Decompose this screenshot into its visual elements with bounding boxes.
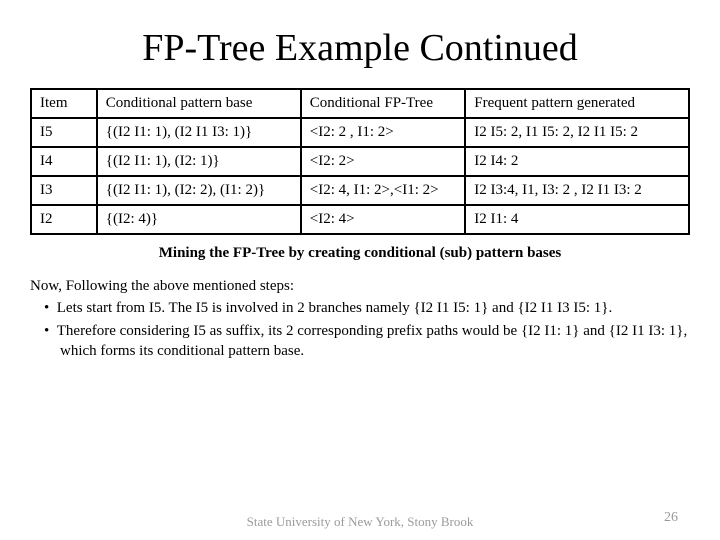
- cell-item: I3: [31, 176, 97, 205]
- cell-freq: I2 I4: 2: [465, 147, 689, 176]
- cell-cfp: <I2: 4>: [301, 205, 466, 234]
- th-freq: Frequent pattern generated: [465, 89, 689, 118]
- cell-cpb: {(I2 I1: 1), (I2: 1)}: [97, 147, 301, 176]
- th-item: Item: [31, 89, 97, 118]
- fp-table: Item Conditional pattern base Conditiona…: [30, 88, 690, 235]
- bullet-text: Lets start from I5. The I5 is involved i…: [57, 300, 612, 316]
- table-caption: Mining the FP-Tree by creating condition…: [30, 245, 690, 262]
- th-cpb: Conditional pattern base: [97, 89, 301, 118]
- cell-freq: I2 I5: 2, I1 I5: 2, I2 I1 I5: 2: [465, 118, 689, 147]
- bullet-item: • Therefore considering I5 as suffix, it…: [30, 321, 690, 362]
- page-number: 26: [664, 510, 678, 526]
- body-text: Now, Following the above mentioned steps…: [30, 276, 690, 361]
- cell-cpb: {(I2 I1: 1), (I2 I1 I3: 1)}: [97, 118, 301, 147]
- bullet-item: • Lets start from I5. The I5 is involved…: [30, 298, 690, 318]
- table-row: I2 {(I2: 4)} <I2: 4> I2 I1: 4: [31, 205, 689, 234]
- cell-cpb: {(I2 I1: 1), (I2: 2), (I1: 2)}: [97, 176, 301, 205]
- bullet-text: Therefore considering I5 as suffix, its …: [57, 323, 687, 359]
- cell-cpb: {(I2: 4)}: [97, 205, 301, 234]
- cell-cfp: <I2: 4, I1: 2>,<I1: 2>: [301, 176, 466, 205]
- table-header-row: Item Conditional pattern base Conditiona…: [31, 89, 689, 118]
- cell-item: I4: [31, 147, 97, 176]
- table-row: I3 {(I2 I1: 1), (I2: 2), (I1: 2)} <I2: 4…: [31, 176, 689, 205]
- th-cfp: Conditional FP-Tree: [301, 89, 466, 118]
- cell-cfp: <I2: 2 , I1: 2>: [301, 118, 466, 147]
- page-title: FP-Tree Example Continued: [30, 26, 690, 70]
- table-row: I4 {(I2 I1: 1), (I2: 1)} <I2: 2> I2 I4: …: [31, 147, 689, 176]
- cell-item: I2: [31, 205, 97, 234]
- slide: FP-Tree Example Continued Item Condition…: [0, 0, 720, 540]
- lead-line: Now, Following the above mentioned steps…: [30, 276, 690, 296]
- table-row: I5 {(I2 I1: 1), (I2 I1 I3: 1)} <I2: 2 , …: [31, 118, 689, 147]
- footer-org: State University of New York, Stony Broo…: [0, 514, 720, 530]
- footer-org-text: State University of New York, Stony Broo…: [247, 514, 474, 529]
- cell-freq: I2 I3:4, I1, I3: 2 , I2 I1 I3: 2: [465, 176, 689, 205]
- cell-item: I5: [31, 118, 97, 147]
- cell-freq: I2 I1: 4: [465, 205, 689, 234]
- cell-cfp: <I2: 2>: [301, 147, 466, 176]
